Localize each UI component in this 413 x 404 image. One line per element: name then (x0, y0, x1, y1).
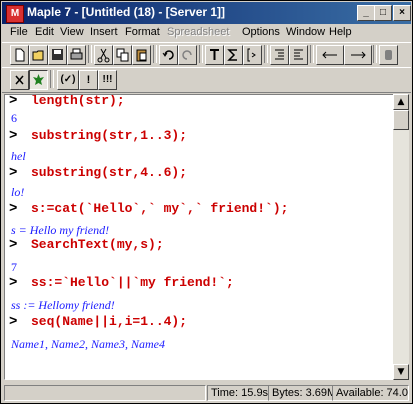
maple-input[interactable]: substring(str,4..6); (31, 165, 187, 180)
menu-insert[interactable]: Insert (90, 26, 118, 38)
maple-window: M Maple 7 - [Untitled (18) - [Server 1]]… (0, 0, 413, 404)
insert-text-button[interactable] (205, 45, 224, 65)
outdent-icon (294, 49, 303, 60)
undo-icon (162, 50, 174, 60)
copy-button[interactable] (113, 45, 132, 65)
maple-output: lo! (11, 185, 25, 199)
maple-app-icon[interactable]: M (6, 5, 24, 23)
menu-help[interactable]: Help (329, 26, 352, 38)
scroll-down-button[interactable]: ▼ (393, 364, 409, 380)
menu-view[interactable]: View (60, 26, 84, 38)
maple-input[interactable]: s:=cat(`Hello`,` my`,` friend!`); (31, 201, 288, 216)
scissors-icon (97, 48, 110, 63)
maple-input-button[interactable] (29, 70, 48, 90)
print-button[interactable] (67, 45, 86, 65)
prompt: > (9, 201, 18, 217)
toolbar-separator (373, 45, 377, 63)
toolbar-separator (153, 45, 157, 63)
indent-button[interactable] (270, 45, 289, 65)
outdent-button[interactable] (289, 45, 308, 65)
toolbar-separator (264, 45, 268, 63)
maple-output: 6 (11, 111, 17, 125)
sigma-icon (227, 49, 237, 61)
prompt: > (9, 237, 18, 253)
maple-input[interactable]: ss:=`Hello`||`my friend!`; (31, 275, 234, 290)
new-file-button[interactable] (10, 45, 29, 65)
stop-button[interactable] (379, 45, 398, 65)
redo-button[interactable] (178, 45, 197, 65)
toolbar-separator (310, 45, 314, 63)
redo-icon (182, 50, 192, 60)
stop-hand-icon (385, 50, 392, 60)
prompt: > (9, 128, 18, 144)
status-message (4, 385, 206, 401)
vertical-scrollbar[interactable]: ▲ ▼ (393, 94, 409, 380)
copy-icon (116, 48, 129, 62)
menu-file[interactable]: File (10, 26, 28, 38)
worksheet[interactable]: > length(str); 6 > substring(str,1..3); … (4, 94, 395, 380)
maple-output: hel (11, 149, 26, 163)
minimize-button[interactable]: _ (357, 5, 375, 21)
context-toolbar: (✓) ! !!! (2, 67, 411, 93)
maple-leaf-icon (33, 74, 44, 85)
insert-prompt-button[interactable] (243, 45, 262, 65)
menu-options[interactable]: Options (242, 26, 280, 38)
status-available: Available: 74.0M (332, 385, 409, 401)
status-bytes: Bytes: 3.69M (268, 385, 333, 401)
indent-icon (275, 49, 284, 60)
x-symbol-icon (15, 75, 24, 85)
title-bar[interactable]: M Maple 7 - [Untitled (18) - [Server 1]]… (2, 2, 411, 24)
floppy-disk-icon (52, 49, 63, 60)
maple-input[interactable]: length(str); (31, 95, 125, 108)
menu-bar: File Edit View Insert Format Spreadsheet… (2, 24, 411, 42)
open-folder-icon (32, 50, 44, 61)
toolbar-separator (88, 45, 92, 63)
clipboard-icon (136, 49, 147, 62)
window-title: Maple 7 - [Untitled (18) - [Server 1]] (27, 5, 226, 19)
bracket-prompt-icon (247, 48, 256, 62)
forward-button[interactable] (344, 45, 372, 65)
open-file-button[interactable] (29, 45, 48, 65)
prompt: > (9, 165, 18, 181)
back-button[interactable] (316, 45, 344, 65)
printer-icon (70, 48, 83, 60)
maple-output: Name1, Name2, Name3, Name4 (11, 337, 165, 351)
math-mode-button[interactable] (10, 70, 29, 90)
menu-spreadsheet[interactable]: Spreadsheet (167, 26, 229, 38)
maple-output: ss := Hellomy friend! (11, 298, 115, 312)
undo-button[interactable] (159, 45, 178, 65)
close-button[interactable]: × (393, 5, 411, 21)
paste-button[interactable] (132, 45, 151, 65)
maple-output: s = Hello my friend! (11, 223, 110, 237)
new-document-icon (15, 48, 25, 62)
maximize-button[interactable]: □ (374, 5, 392, 21)
text-input-button[interactable]: (✓) (57, 70, 79, 90)
menu-edit[interactable]: Edit (35, 26, 54, 38)
execute-all-button[interactable]: !!! (98, 70, 117, 90)
menu-window[interactable]: Window (286, 26, 325, 38)
prompt: > (9, 275, 18, 291)
maple-input[interactable]: substring(str,1..3); (31, 128, 187, 143)
maple-input[interactable]: seq(Name||i,i=1..4); (31, 314, 187, 329)
arrow-left-icon (322, 51, 337, 59)
scrollbar-thumb[interactable] (393, 110, 409, 130)
maple-output: 7 (11, 260, 17, 274)
save-button[interactable] (48, 45, 67, 65)
toolbar-separator (50, 70, 54, 88)
arrow-right-icon (351, 51, 366, 59)
menu-format[interactable]: Format (125, 26, 160, 38)
cut-button[interactable] (94, 45, 113, 65)
maple-input[interactable]: SearchText(my,s); (31, 237, 164, 252)
toolbar-separator (199, 45, 203, 63)
main-toolbar (2, 42, 411, 68)
scroll-up-button[interactable]: ▲ (393, 94, 409, 110)
insert-math-button[interactable] (224, 45, 243, 65)
prompt: > (9, 314, 18, 330)
execute-button[interactable]: ! (79, 70, 98, 90)
status-bar: Time: 15.9s Bytes: 3.69M Available: 74.0… (2, 383, 411, 402)
text-t-icon (210, 49, 219, 60)
status-time: Time: 15.9s (207, 385, 269, 401)
prompt: > (9, 94, 18, 109)
